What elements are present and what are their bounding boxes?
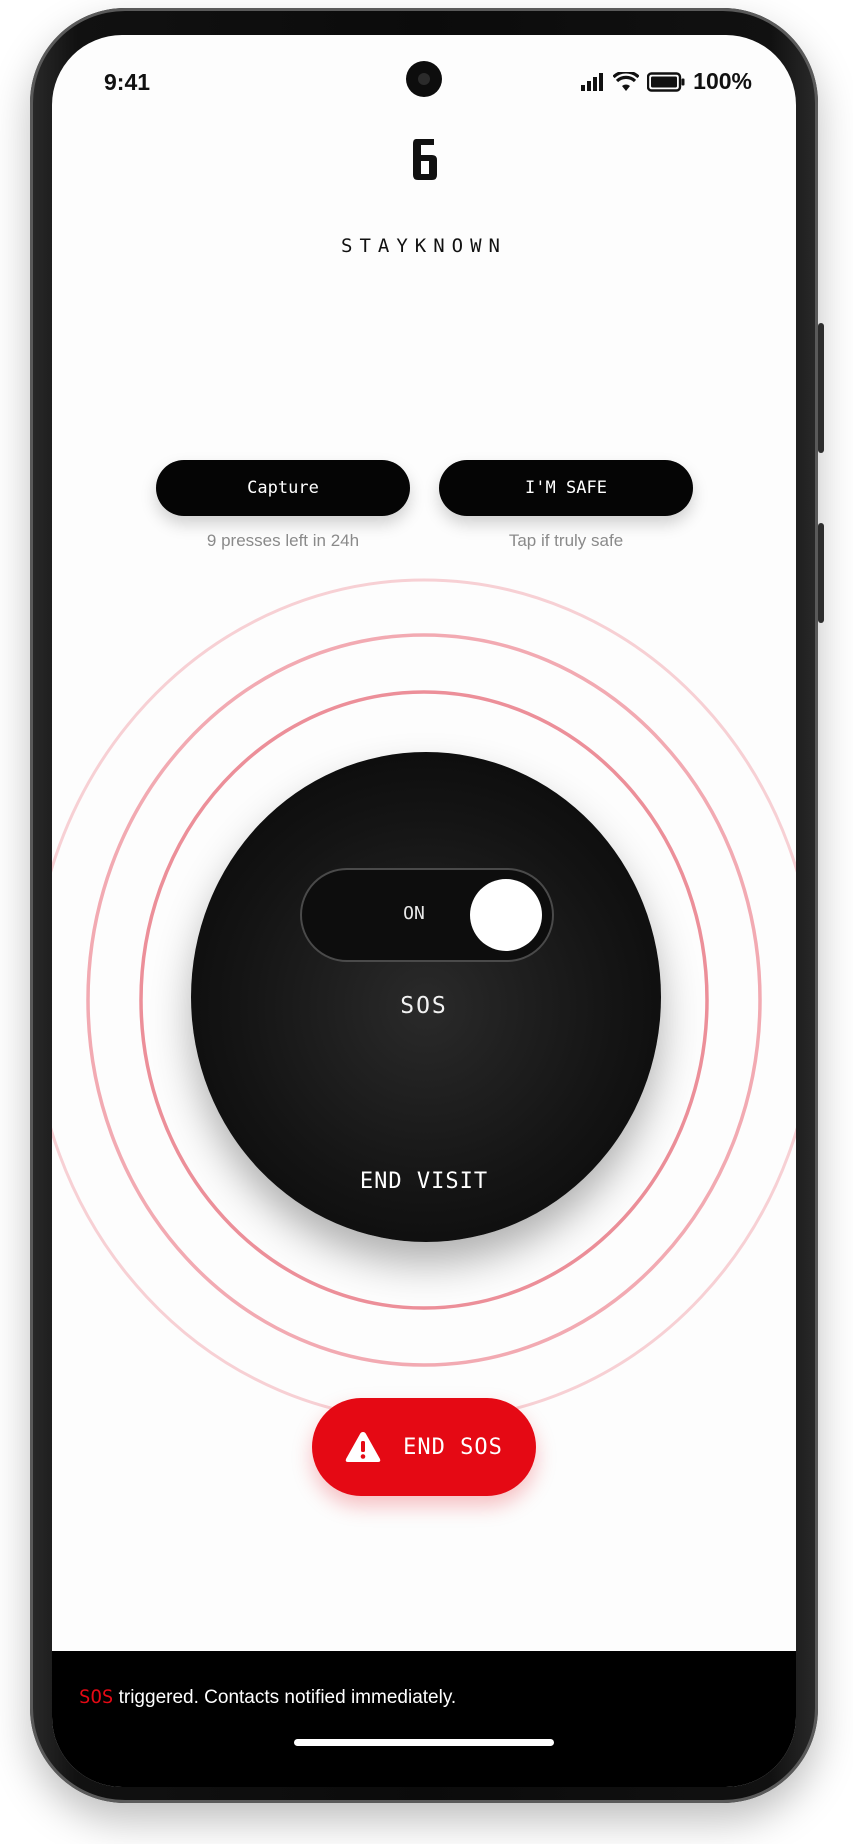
home-indicator[interactable] — [294, 1739, 554, 1746]
toast-banner: SOS triggered. Contacts notified immedia… — [52, 1651, 796, 1787]
sos-toggle[interactable]: ON — [300, 868, 554, 962]
battery-percent: 100% — [693, 68, 752, 94]
toggle-knob[interactable] — [470, 879, 542, 951]
capture-caption: 9 presses left in 24h — [206, 531, 360, 550]
stage: 9:41 100% STAYKNOWN Capture 9 presses le… — [0, 0, 853, 1844]
end-sos-button[interactable]: END SOS — [312, 1398, 536, 1496]
toast-sos-highlight: SOS — [79, 1686, 114, 1708]
end-visit-button[interactable]: END VISIT — [52, 1169, 796, 1194]
status-icons: 100% — [581, 68, 752, 95]
status-time: 9:41 — [104, 69, 151, 95]
sos-mode-label: SOS — [400, 993, 448, 1019]
signal-icon — [581, 72, 604, 91]
toast-message: SOS triggered. Contacts notified immedia… — [79, 1686, 456, 1709]
screen: 9:41 100% STAYKNOWN Capture 9 presses le… — [52, 35, 796, 1787]
toast-message-text: triggered. Contacts notified immediately… — [113, 1687, 457, 1708]
im-safe-button[interactable]: I'M SAFE — [439, 460, 693, 516]
volume-button — [818, 323, 824, 453]
capture-button[interactable]: Capture — [156, 460, 410, 516]
capture-button-label: Capture — [247, 478, 319, 498]
toggle-label: ON — [403, 903, 425, 924]
im-safe-caption: Tap if truly safe — [508, 531, 624, 550]
six-logo-icon — [413, 139, 437, 180]
brand-name: STAYKNOWN — [341, 235, 507, 257]
power-button — [818, 523, 824, 623]
wifi-icon — [613, 71, 640, 91]
warning-icon — [345, 1432, 381, 1462]
end-sos-label: END SOS — [403, 1434, 503, 1460]
front-camera — [406, 61, 442, 97]
battery-icon — [647, 71, 685, 92]
im-safe-button-label: I'M SAFE — [525, 478, 607, 498]
